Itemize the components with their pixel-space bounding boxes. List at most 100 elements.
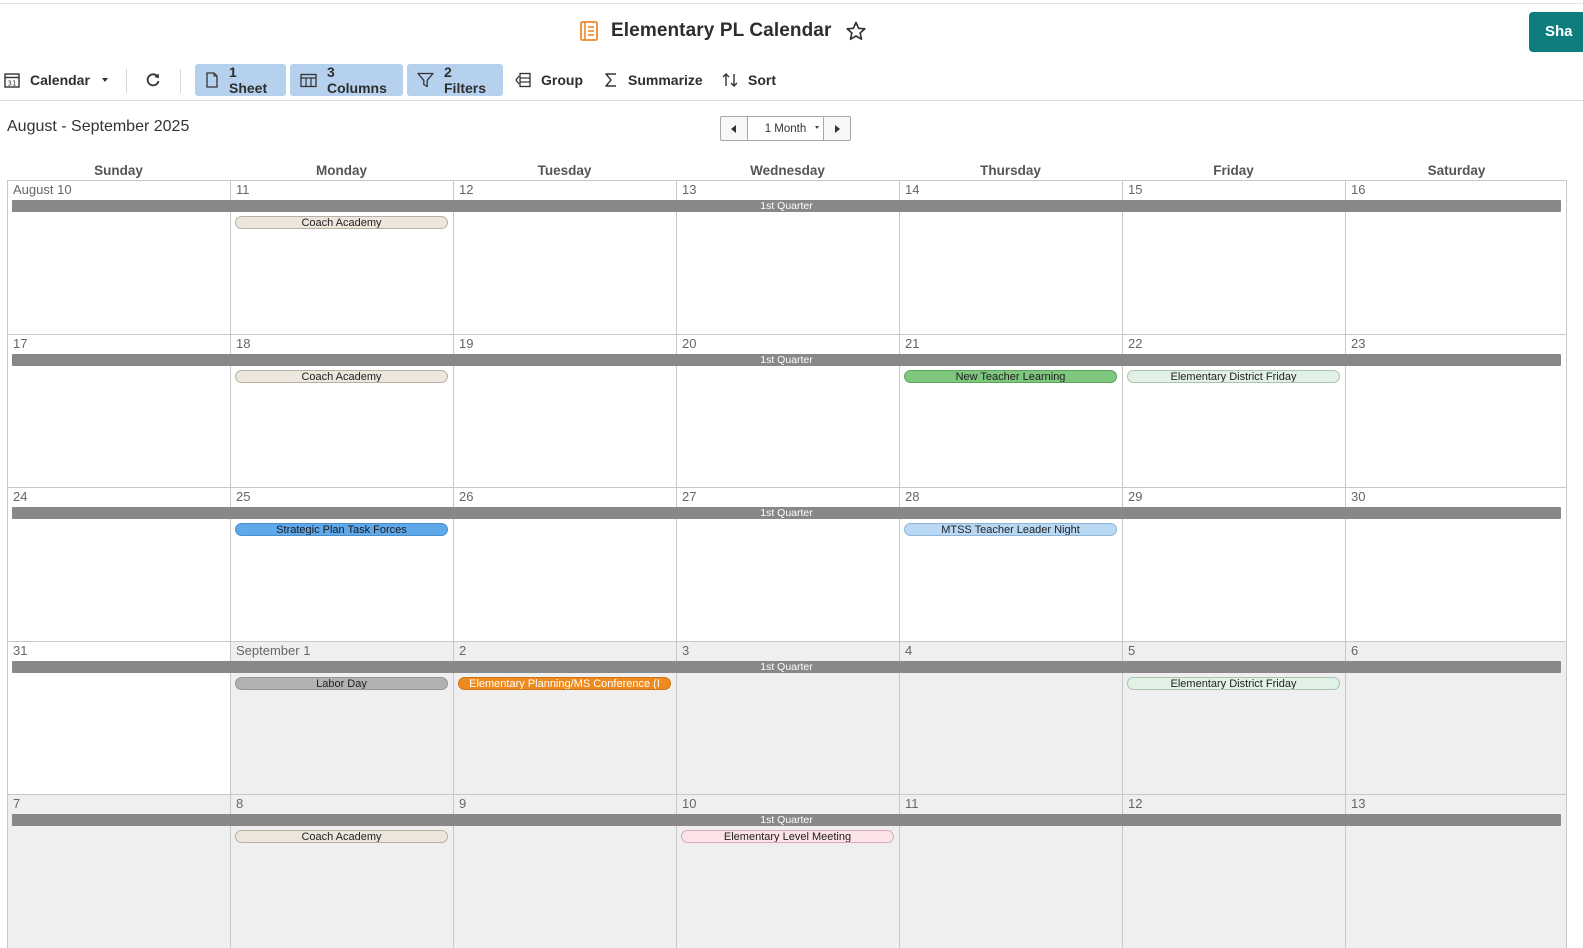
filters-button[interactable]: 2 Filters	[407, 64, 503, 96]
sheet-icon	[580, 21, 598, 41]
day-number: 12	[1128, 796, 1143, 811]
calendar-event[interactable]: Elementary District Friday	[1127, 677, 1340, 690]
title-group: Elementary PL Calendar	[578, 20, 867, 42]
day-number: 10	[682, 796, 697, 811]
group-button[interactable]: Group	[515, 64, 583, 96]
day-number: 13	[682, 182, 697, 197]
weekday-label: Thursday	[980, 163, 1041, 178]
day-number: 2	[459, 643, 467, 658]
quarter-span-event[interactable]: 1st Quarter	[12, 507, 1561, 519]
svg-text:31: 31	[8, 80, 17, 88]
day-number: 6	[1351, 643, 1359, 658]
view-selector-label: Calendar	[30, 72, 90, 88]
day-number: 31	[13, 643, 28, 658]
toolbar-bottom-border	[0, 100, 1583, 101]
day-number: 15	[1128, 182, 1143, 197]
day-number: 25	[236, 489, 251, 504]
day-number: 30	[1351, 489, 1366, 504]
calendar-event[interactable]: Coach Academy	[235, 830, 448, 843]
calendar-week-row: 31 September 1 2 3 4 5 6 1st Quarter Labor Day El…	[7, 641, 1567, 795]
day-number: September 1	[236, 643, 311, 658]
day-number: August 10	[13, 182, 72, 197]
refresh-icon	[146, 73, 160, 87]
view-range-select[interactable]: 1 Month	[747, 117, 824, 140]
quarter-span-event[interactable]: 1st Quarter	[12, 661, 1561, 673]
weekday-label: Wednesday	[750, 163, 825, 178]
summarize-button[interactable]: Summarize	[604, 64, 703, 96]
weekday-label: Friday	[1213, 163, 1254, 178]
calendar-icon: 31	[4, 73, 20, 88]
day-number: 27	[682, 489, 697, 504]
day-number: 26	[459, 489, 474, 504]
refresh-button[interactable]	[145, 64, 161, 96]
share-button[interactable]: Sha	[1529, 12, 1583, 52]
sigma-icon	[605, 73, 616, 87]
quarter-span-event[interactable]: 1st Quarter	[12, 200, 1561, 212]
caret-down-icon	[815, 126, 819, 129]
day-number: 22	[1128, 336, 1143, 351]
toolbar-divider	[180, 69, 181, 93]
day-number: 11	[905, 796, 919, 811]
calendar-event[interactable]: New Teacher Learning	[904, 370, 1117, 383]
columns-label: 3 Columns	[327, 64, 387, 96]
caret-down-icon	[101, 78, 108, 82]
calendar-navigation: 1 Month	[720, 116, 851, 141]
weekday-header: Sunday Monday Tuesday Wednesday Thursday…	[7, 163, 1567, 180]
calendar-event[interactable]: Elementary District Friday	[1127, 370, 1340, 383]
quarter-span-event[interactable]: 1st Quarter	[12, 354, 1561, 366]
calendar-week-row: 17 18 19 20 21 22 23 1st Quarter Coach Academy Ne…	[7, 334, 1567, 488]
filters-label: 2 Filters	[444, 64, 487, 96]
sheet-filter-button[interactable]: 1 Sheet	[195, 64, 286, 96]
day-number: 4	[905, 643, 913, 658]
calendar-week-row: 24 25 26 27 28 29 30 1st Quarter Strategic Plan …	[7, 487, 1567, 641]
day-number: 5	[1128, 643, 1136, 658]
day-number: 23	[1351, 336, 1366, 351]
previous-period-button[interactable]	[721, 117, 747, 140]
sheet-filter-label: 1 Sheet	[229, 64, 268, 96]
calendar-event[interactable]: Strategic Plan Task Forces	[235, 523, 448, 536]
group-icon	[515, 72, 531, 88]
calendar-week-row: August 10 11 12 13 14 15 16 1st Quarter Coach Ac…	[7, 180, 1567, 334]
view-range-value: 1 Month	[764, 122, 807, 135]
top-border	[0, 3, 1583, 4]
calendar-event[interactable]: MTSS Teacher Leader Night	[904, 523, 1117, 536]
page-title: Elementary PL Calendar	[611, 20, 832, 41]
calendar-event[interactable]: Coach Academy	[235, 370, 448, 383]
weekday-label: Monday	[315, 163, 367, 178]
next-period-button[interactable]	[824, 117, 850, 140]
day-number: 14	[905, 182, 920, 197]
day-number: 11	[236, 182, 250, 197]
day-number: 7	[13, 796, 21, 811]
view-selector[interactable]: 31 Calendar	[4, 64, 114, 96]
columns-button[interactable]: 3 Columns	[290, 64, 403, 96]
calendar-event[interactable]: Coach Academy	[235, 216, 448, 229]
sort-icon	[722, 73, 738, 87]
day-number: 21	[905, 336, 920, 351]
group-label: Group	[541, 72, 583, 88]
calendar-event[interactable]: Elementary Level Meeting	[681, 830, 894, 843]
quarter-span-event[interactable]: 1st Quarter	[12, 814, 1561, 826]
calendar-event[interactable]: Labor Day	[235, 677, 448, 690]
triangle-left-icon	[731, 124, 736, 133]
title-bar: Elementary PL Calendar Sha	[0, 12, 1583, 54]
day-number: 24	[13, 489, 28, 504]
date-range-title: August - September 2025	[7, 118, 190, 135]
day-number: 16	[1351, 182, 1366, 197]
toolbar-divider	[126, 69, 127, 93]
day-number: 18	[236, 336, 251, 351]
day-number: 29	[1128, 489, 1143, 504]
sheet-icon	[206, 72, 218, 88]
day-number: 19	[459, 336, 474, 351]
weekday-label: Tuesday	[537, 163, 592, 178]
calendar-week-row: 7 8 9 10 11 12 13 1st Quarter Coach Academy Eleme…	[7, 794, 1567, 948]
day-number: 20	[682, 336, 697, 351]
star-icon[interactable]	[845, 20, 867, 42]
filter-icon	[417, 72, 434, 88]
weekday-label: Saturday	[1427, 163, 1486, 178]
sort-button[interactable]: Sort	[722, 64, 776, 96]
day-number: 13	[1351, 796, 1366, 811]
day-number: 12	[459, 182, 474, 197]
calendar-event[interactable]: Elementary Planning/MS Conference (I	[458, 677, 671, 690]
day-number: 8	[236, 796, 244, 811]
sort-label: Sort	[748, 72, 776, 88]
